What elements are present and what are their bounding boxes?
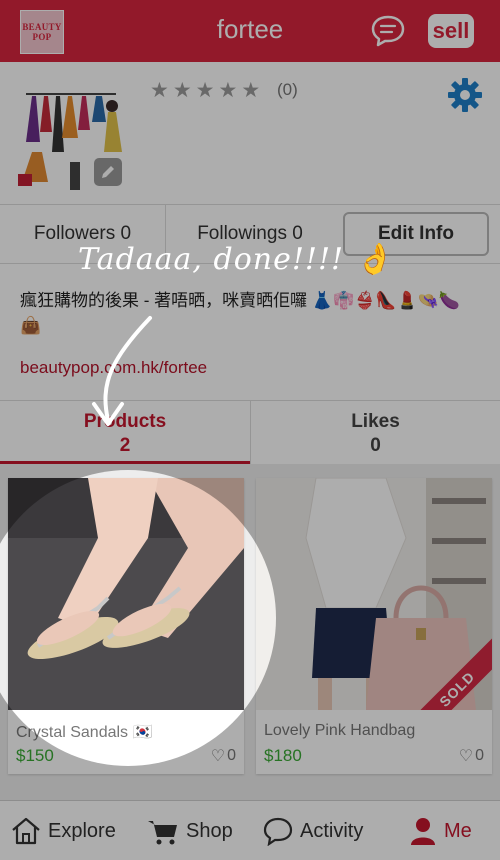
tab-label: Likes <box>351 411 400 432</box>
nav-label: Activity <box>300 819 364 842</box>
nav-label: Explore <box>48 819 116 842</box>
profile-tabs: Products 2 Likes 0 <box>0 400 500 464</box>
pencil-icon <box>102 166 114 178</box>
bottom-nav: Explore Shop Activity Me <box>0 800 500 860</box>
user-icon <box>411 818 435 845</box>
top-bar: BEAUTY POP fortee sell <box>0 0 500 62</box>
tab-label: Products <box>83 411 167 432</box>
product-grid: Crystal Sandals 🇰🇷 $150 ♡ 0 SOLD Lovely … <box>0 464 500 800</box>
star-icon: ★ <box>218 79 238 102</box>
heart-icon: ♡ <box>210 748 226 765</box>
product-title: Lovely Pink Handbag <box>264 722 416 739</box>
star-icon: ★ <box>241 79 261 102</box>
tab-count: 0 <box>370 435 381 456</box>
nav-shop[interactable]: Shop <box>146 801 233 860</box>
product-card[interactable]: Crystal Sandals 🇰🇷 $150 ♡ 0 <box>8 478 244 774</box>
bio-section: 瘋狂購物的後果 - 著唔晒，咪賣晒佢囉 👗👘👙👠💄👒🍆👜 beautypop.c… <box>0 264 500 400</box>
product-price: $150 <box>16 746 54 765</box>
like-count[interactable]: ♡ 0 <box>211 746 236 766</box>
star-icon: ★ <box>172 79 192 102</box>
like-count-value: 0 <box>475 747 484 764</box>
nav-explore[interactable]: Explore <box>10 801 116 860</box>
product-price: $180 <box>264 746 302 765</box>
gear-icon[interactable] <box>446 76 484 114</box>
nav-label: Me <box>444 819 472 842</box>
bio-text: 瘋狂購物的後果 - 著唔晒，咪賣晒佢囉 👗👘👙👠💄👒🍆👜 <box>20 291 460 335</box>
nav-activity[interactable]: Activity <box>262 801 363 860</box>
rating-count: (0) <box>277 80 298 99</box>
product-title: Crystal Sandals 🇰🇷 <box>16 724 153 741</box>
profile-header: ★ ★ ★ ★ ★ (0) <box>0 62 500 204</box>
sell-button[interactable]: sell <box>428 14 474 48</box>
product-image: SOLD <box>256 478 492 710</box>
product-card[interactable]: SOLD Lovely Pink Handbag $180 ♡ 0 <box>256 478 492 774</box>
profile-link[interactable]: beautypop.com.hk/fortee <box>20 358 207 378</box>
nav-label: Shop <box>186 819 233 842</box>
like-count-value: 0 <box>227 747 236 764</box>
nav-me[interactable]: Me <box>408 801 472 860</box>
rating-stars: ★ ★ ★ ★ ★ <box>150 78 260 103</box>
home-icon <box>12 817 40 845</box>
chat-icon[interactable] <box>370 14 406 48</box>
cart-icon <box>148 821 177 845</box>
heart-icon: ♡ <box>458 748 474 765</box>
like-count[interactable]: ♡ 0 <box>459 746 484 766</box>
page-title: fortee <box>216 14 284 44</box>
tutorial-caption: Tadaaa, done!!!! 👌 <box>78 242 393 277</box>
edit-avatar-button[interactable] <box>94 158 122 186</box>
tab-products[interactable]: Products 2 <box>0 401 250 464</box>
tab-count: 2 <box>119 435 131 456</box>
chat-bubble-icon <box>263 817 293 846</box>
star-icon: ★ <box>150 79 169 102</box>
tab-likes[interactable]: Likes 0 <box>250 401 500 464</box>
product-image <box>8 478 244 710</box>
star-icon: ★ <box>195 79 215 102</box>
